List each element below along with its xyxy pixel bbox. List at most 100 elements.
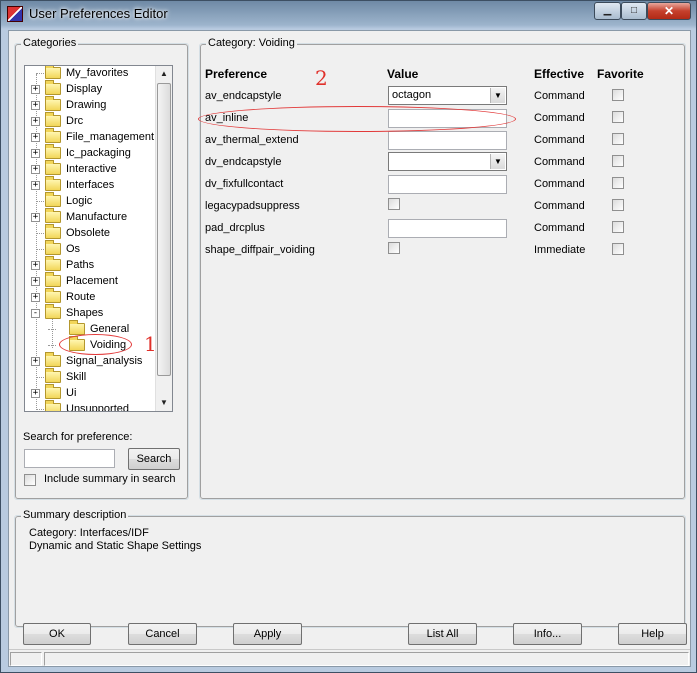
av-thermal-extend-input[interactable] <box>388 131 507 150</box>
expand-icon[interactable]: + <box>31 261 40 270</box>
pref-name-av-endcapstyle: av_endcapstyle <box>205 90 282 102</box>
expand-icon[interactable]: + <box>31 85 40 94</box>
list-all-button[interactable]: List All <box>408 623 477 645</box>
tree-item-label: My_favorites <box>66 67 129 79</box>
summary-description-group: Summary description Category: Interfaces… <box>14 509 686 628</box>
expand-icon[interactable]: + <box>31 101 40 110</box>
tree-connector <box>48 329 56 330</box>
scroll-down-icon[interactable]: ▼ <box>156 395 172 411</box>
pref-name-pad-drcplus: pad_drcplus <box>205 222 265 234</box>
folder-icon <box>45 384 61 399</box>
search-input[interactable] <box>24 449 115 468</box>
tree-item-label: Placement <box>66 275 118 287</box>
expand-icon[interactable]: + <box>31 149 40 158</box>
folder-icon <box>45 368 61 383</box>
tree-item-label: Os <box>66 243 81 255</box>
search-button[interactable]: Search <box>128 448 180 470</box>
ok-button[interactable]: OK <box>23 623 91 645</box>
tree-item-label: File_management <box>66 131 155 143</box>
folder-icon <box>45 288 61 303</box>
favorite-checkbox-shape-diffpair-voiding[interactable] <box>612 243 624 255</box>
tree-item-label: Paths <box>66 259 95 271</box>
cancel-button[interactable]: Cancel <box>128 623 197 645</box>
annotation-oval-av-inline <box>198 106 516 132</box>
av-endcapstyle-value: octagon <box>392 89 432 101</box>
expand-icon[interactable]: + <box>31 213 40 222</box>
info-button[interactable]: Info... <box>513 623 582 645</box>
preference-column-header: Preference <box>205 67 268 81</box>
app-icon <box>7 6 23 22</box>
tree-item-unsupported[interactable]: Unsupported <box>25 400 156 411</box>
folder-icon <box>45 96 61 111</box>
effective-av-thermal-extend: Command <box>534 134 585 146</box>
minimize-button[interactable]: ▁ <box>594 2 621 20</box>
categories-legend: Categories <box>21 37 79 49</box>
tree-scrollbar[interactable]: ▲ ▼ <box>155 66 172 411</box>
tree-item-label: Drc <box>66 115 84 127</box>
expand-icon[interactable]: + <box>31 277 40 286</box>
tree-item-label: Display <box>66 83 103 95</box>
scroll-up-icon[interactable]: ▲ <box>156 66 172 82</box>
folder-icon <box>45 272 61 287</box>
tree-item-label: Obsolete <box>66 227 111 239</box>
close-button[interactable]: ✕ <box>647 2 691 20</box>
maximize-button[interactable]: □ <box>621 2 647 20</box>
favorite-column-header: Favorite <box>597 67 644 81</box>
folder-icon <box>45 128 61 143</box>
effective-dv-fixfullcontact: Command <box>534 178 585 190</box>
summary-line-1: Category: Interfaces/IDF <box>29 527 149 539</box>
tree-item-label: Signal_analysis <box>66 355 143 367</box>
tree-items: My_favorites + Display + Drawing + Drc + File_ma… <box>25 66 156 411</box>
folder-icon <box>69 320 85 335</box>
effective-column-header: Effective <box>534 67 585 81</box>
dv-endcapstyle-dropdown[interactable]: ▼ <box>388 152 507 171</box>
pref-name-dv-endcapstyle: dv_endcapstyle <box>205 156 282 168</box>
favorite-checkbox-av-endcapstyle[interactable] <box>612 89 624 101</box>
folder-icon <box>45 240 61 255</box>
folder-icon <box>45 256 61 271</box>
dv-fixfullcontact-input[interactable] <box>388 175 507 194</box>
help-button[interactable]: Help <box>618 623 687 645</box>
expand-icon[interactable]: + <box>31 133 40 142</box>
categories-group: Categories My_favorites + Display + Drawing +… <box>14 37 189 500</box>
title-bar[interactable]: User Preferences Editor ▁ □ ✕ <box>1 1 696 27</box>
annotation-number-1: 1 <box>144 332 157 356</box>
pref-name-dv-fixfullcontact: dv_fixfullcontact <box>205 178 284 190</box>
folder-icon <box>45 80 61 95</box>
scroll-thumb[interactable] <box>157 83 171 376</box>
shape-diffpair-voiding-checkbox[interactable] <box>388 242 400 254</box>
chevron-down-icon[interactable]: ▼ <box>490 154 505 169</box>
favorite-checkbox-pad-drcplus[interactable] <box>612 221 624 233</box>
expand-icon[interactable]: + <box>31 181 40 190</box>
tree-item-label: Skill <box>66 371 87 383</box>
tree-item-label: Drawing <box>66 99 107 111</box>
favorite-checkbox-dv-fixfullcontact[interactable] <box>612 177 624 189</box>
pref-name-legacypadsuppress: legacypadsuppress <box>205 200 300 212</box>
apply-button[interactable]: Apply <box>233 623 302 645</box>
expand-icon[interactable]: + <box>31 357 40 366</box>
favorite-checkbox-legacypadsuppress[interactable] <box>612 199 624 211</box>
folder-icon <box>45 208 61 223</box>
legacypadsuppress-checkbox[interactable] <box>388 198 400 210</box>
expand-icon[interactable]: + <box>31 165 40 174</box>
tree-connector <box>48 345 56 346</box>
chevron-down-icon[interactable]: ▼ <box>490 88 505 103</box>
summary-legend: Summary description <box>21 509 129 521</box>
expand-icon[interactable]: + <box>31 389 40 398</box>
favorite-checkbox-av-thermal-extend[interactable] <box>612 133 624 145</box>
favorite-checkbox-dv-endcapstyle[interactable] <box>612 155 624 167</box>
tree-item-shapes[interactable]: - Shapes <box>25 304 156 322</box>
folder-icon <box>45 352 61 367</box>
summary-line-2: Dynamic and Static Shape Settings <box>29 540 202 552</box>
collapse-icon[interactable]: - <box>31 309 40 318</box>
expand-icon[interactable]: + <box>31 117 40 126</box>
value-column-header: Value <box>387 67 419 81</box>
tree-item-label: Ui <box>66 387 77 399</box>
tree-item-label: Route <box>66 291 96 303</box>
include-summary-checkbox[interactable] <box>24 474 36 486</box>
favorite-checkbox-av-inline[interactable] <box>612 111 624 123</box>
pad-drcplus-input[interactable] <box>388 219 507 238</box>
expand-icon[interactable]: + <box>31 293 40 302</box>
category-tree[interactable]: My_favorites + Display + Drawing + Drc + File_ma… <box>24 65 173 412</box>
av-endcapstyle-dropdown[interactable]: octagon ▼ <box>388 86 507 105</box>
